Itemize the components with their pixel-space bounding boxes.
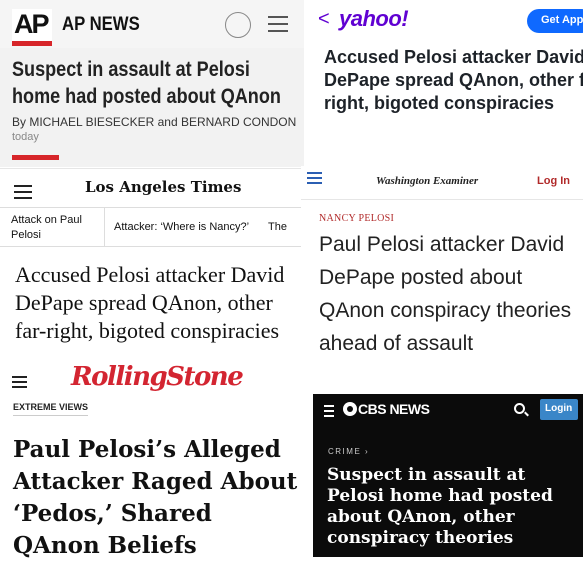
examiner-logo[interactable]: Washington Examiner bbox=[376, 175, 478, 187]
examiner-panel: Washington Examiner Log In NANCY PELOSI … bbox=[301, 166, 583, 392]
section-tag[interactable]: NANCY PELOSI bbox=[319, 213, 394, 224]
ap-accent-line bbox=[12, 155, 59, 160]
yahoo-logo[interactable]: yahoo! bbox=[339, 6, 409, 32]
examiner-headline: Paul Pelosi attacker David DePape posted… bbox=[319, 233, 572, 355]
section-tag[interactable]: EXTREME VIEWS bbox=[13, 402, 89, 416]
search-icon[interactable] bbox=[225, 12, 251, 38]
ap-byline: By MICHAEL BIESECKER and BERNARD CONDON bbox=[12, 115, 297, 129]
cbs-eye-logo-icon bbox=[343, 402, 357, 416]
topic-divider bbox=[104, 208, 105, 247]
back-icon[interactable]: < bbox=[318, 8, 330, 31]
ap-headline: Suspect in assault at Pelosi home had po… bbox=[12, 58, 281, 108]
get-app-button[interactable]: Get App bbox=[527, 9, 583, 33]
latimes-logo[interactable]: Los Angeles Times bbox=[85, 178, 241, 196]
yahoo-headline: Accused Pelosi attacker David DePape spr… bbox=[324, 47, 583, 113]
ap-logo[interactable]: AP bbox=[12, 9, 52, 43]
menu-icon[interactable] bbox=[12, 376, 27, 391]
latimes-panel: Los Angeles Times Attack on Paul Pelosi … bbox=[0, 168, 301, 362]
menu-icon[interactable] bbox=[14, 185, 32, 203]
yahoo-panel: < yahoo! Get App Accused Pelosi attacker… bbox=[306, 0, 583, 165]
login-link[interactable]: Log In bbox=[537, 175, 570, 187]
latimes-headline: Accused Pelosi attacker David DePape spr… bbox=[15, 262, 285, 343]
ap-brand[interactable]: AP NEWS bbox=[62, 14, 140, 36]
section-tag[interactable]: CRIME › bbox=[328, 447, 369, 456]
ap-date: today bbox=[12, 131, 39, 143]
menu-icon[interactable] bbox=[324, 405, 334, 420]
header-divider bbox=[301, 199, 583, 200]
ap-news-panel: AP AP NEWS Suspect in assault at Pelosi … bbox=[0, 0, 304, 167]
topic-link[interactable]: Attacker: ‘Where is Nancy?’ bbox=[114, 221, 249, 233]
rollingstone-panel: RollingStone EXTREME VIEWS Paul Pelosi’s… bbox=[0, 362, 303, 565]
topic-link[interactable]: The bbox=[268, 221, 287, 233]
login-button[interactable]: Login bbox=[540, 399, 578, 420]
cbs-panel: CBS NEWS Login CRIME › Suspect in assaul… bbox=[313, 394, 583, 557]
rollingstone-headline: Paul Pelosi’s Alleged Attacker Raged Abo… bbox=[13, 436, 298, 559]
menu-icon[interactable] bbox=[268, 16, 288, 37]
latimes-topic-bar: Attack on Paul Pelosi Attacker: ‘Where i… bbox=[0, 207, 301, 247]
cbs-logo[interactable]: CBS NEWS bbox=[358, 401, 430, 417]
search-icon[interactable] bbox=[514, 403, 525, 414]
cbs-headline: Suspect in assault at Pelosi home had po… bbox=[327, 465, 553, 548]
rollingstone-logo[interactable]: RollingStone bbox=[71, 362, 244, 392]
ap-logo-stripe bbox=[12, 41, 52, 46]
menu-icon[interactable] bbox=[307, 172, 322, 187]
topic-link[interactable]: Attack on Paul Pelosi bbox=[11, 213, 101, 243]
